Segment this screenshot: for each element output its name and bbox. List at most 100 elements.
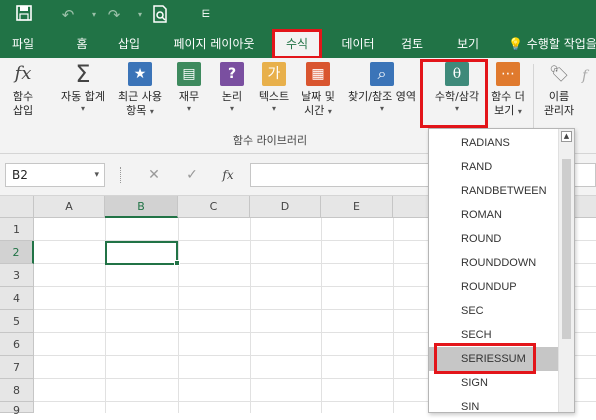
tab-formulas[interactable]: 수식 — [274, 30, 320, 58]
column-header-d[interactable]: D — [250, 196, 321, 218]
tab-view[interactable]: 보기 — [452, 30, 484, 58]
print-preview-icon[interactable] — [150, 5, 170, 25]
math-trig-button[interactable]: θ 수학/삼각 ▾ — [424, 62, 490, 114]
column-header-b[interactable]: B — [105, 196, 178, 218]
select-all-corner[interactable] — [0, 196, 34, 218]
row-header-3[interactable]: 3 — [0, 264, 34, 287]
date-time-label-2: 시간 — [304, 104, 325, 117]
row-header-9[interactable]: 9 — [0, 402, 34, 417]
more-functions-book-icon: ⋯ — [496, 62, 520, 86]
chevron-down-icon: ▾ — [327, 107, 332, 116]
enter-icon[interactable]: ✓ — [180, 163, 204, 187]
gridline — [393, 218, 394, 413]
insert-function-label: 함수 — [12, 90, 34, 103]
tab-review[interactable]: 검토 — [396, 30, 428, 58]
cancel-icon[interactable]: ✕ — [142, 163, 166, 187]
chevron-down-icon: ▾ — [271, 104, 276, 113]
column-header-c[interactable]: C — [178, 196, 250, 218]
financial-label: 재무 — [178, 90, 200, 103]
name-box[interactable]: B2 ▾ — [5, 163, 105, 187]
redo-icon[interactable]: ↷ — [104, 5, 124, 25]
question-book-icon: ? — [220, 62, 244, 86]
chevron-down-icon: ▾ — [186, 104, 191, 113]
function-item-roman[interactable]: ROMAN — [429, 203, 560, 227]
autosum-button[interactable]: Σ 자동 합계 ▾ — [52, 62, 114, 114]
chevron-down-icon: ▾ — [379, 104, 384, 113]
save-icon[interactable] — [14, 5, 34, 25]
dropdown-scrollbar[interactable]: ▲ — [558, 129, 574, 412]
function-item-sin[interactable]: SIN — [429, 395, 560, 412]
fill-handle[interactable] — [174, 260, 180, 266]
gridline — [321, 218, 322, 413]
function-item-randbetween[interactable]: RANDBETWEEN — [429, 179, 560, 203]
active-cell-b2[interactable] — [105, 241, 178, 265]
coins-book-icon: ▤ — [177, 62, 201, 86]
chevron-down-icon: ▾ — [454, 104, 459, 113]
function-item-rand[interactable]: RAND — [429, 155, 560, 179]
function-item-radians[interactable]: RADIANS — [429, 131, 560, 155]
function-item-sech[interactable]: SECH — [429, 323, 560, 347]
function-item-rounddown[interactable]: ROUNDDOWN — [429, 251, 560, 275]
star-book-icon: ★ — [128, 62, 152, 86]
undo-icon[interactable]: ↶ — [58, 5, 78, 25]
tab-page-layout[interactable]: 페이지 레이아웃 — [166, 30, 262, 58]
chevron-down-icon: ▾ — [80, 104, 85, 113]
row-header-4[interactable]: 4 — [0, 287, 34, 310]
tab-data[interactable]: 데이터 — [336, 30, 380, 58]
row-header-5[interactable]: 5 — [0, 310, 34, 333]
autosum-label: 자동 합계 — [61, 90, 105, 103]
math-trig-label: 수학/삼각 — [434, 90, 480, 103]
insert-function-icon[interactable]: fx — [216, 163, 240, 187]
text-label: 텍스트 — [258, 90, 290, 103]
chevron-down-icon: ▾ — [517, 107, 522, 116]
logical-button[interactable]: ? 논리 ▾ — [214, 62, 250, 114]
tag-icon: 🏷 — [548, 64, 570, 83]
recently-used-button[interactable]: ★ 최근 사용 항목 ▾ — [114, 62, 166, 118]
chevron-down-icon[interactable]: ▾ — [94, 164, 99, 186]
date-time-button[interactable]: ▦ 날짜 및 시간 ▾ — [296, 62, 340, 118]
tell-me-box[interactable]: 💡 수행할 작업을 — [508, 30, 596, 58]
scroll-thumb[interactable] — [562, 159, 571, 339]
math-trig-dropdown: RADIANS RAND RANDBETWEEN ROMAN ROUND ROU… — [428, 128, 575, 413]
tab-home[interactable]: 홈 — [70, 30, 94, 58]
name-box-value: B2 — [12, 168, 28, 182]
undo-dropdown-icon[interactable]: ▾ — [84, 5, 104, 25]
define-name-icon[interactable]: 𝑓 — [582, 68, 587, 84]
scroll-up-icon[interactable]: ▲ — [561, 131, 572, 142]
column-header-a[interactable]: A — [34, 196, 105, 218]
logical-label: 논리 — [221, 90, 243, 103]
title-bar: ↶ ▾ ↷ ▾ ⋿ — [0, 0, 596, 30]
chevron-down-icon: ▾ — [229, 104, 234, 113]
insert-function-button[interactable]: fx 함수 삽입 — [4, 62, 42, 118]
function-item-roundup[interactable]: ROUNDUP — [429, 275, 560, 299]
lookup-reference-label: 찾기/참조 영역 — [348, 90, 416, 103]
financial-button[interactable]: ▤ 재무 ▾ — [172, 62, 206, 114]
row-header-7[interactable]: 7 — [0, 356, 34, 379]
row-header-2[interactable]: 2 — [0, 241, 34, 264]
function-item-sec[interactable]: SEC — [429, 299, 560, 323]
recently-used-label-2: 항목 — [126, 104, 147, 117]
more-functions-button[interactable]: ⋯ 함수 더 보기 ▾ — [488, 62, 528, 118]
row-header-1[interactable]: 1 — [0, 218, 34, 241]
column-header-e[interactable]: E — [321, 196, 393, 218]
gridline — [178, 218, 179, 413]
date-time-label: 날짜 및 — [301, 90, 335, 103]
redo-dropdown-icon[interactable]: ▾ — [130, 5, 150, 25]
magnifier-book-icon: ⌕ — [370, 62, 394, 86]
tab-file[interactable]: 파일 — [8, 30, 38, 58]
row-header-6[interactable]: 6 — [0, 333, 34, 356]
tab-insert[interactable]: 삽입 — [112, 30, 146, 58]
name-manager-button[interactable]: 🏷 이름 관리자 — [538, 62, 580, 118]
menu-bar: 파일 홈 삽입 페이지 레이아웃 수식 데이터 검토 보기 💡 수행할 작업을 — [0, 30, 596, 58]
function-item-seriessum[interactable]: SERIESSUM — [429, 347, 560, 371]
row-header-8[interactable]: 8 — [0, 379, 34, 402]
insert-function-label-2: 삽입 — [12, 104, 34, 117]
name-manager-label-2: 관리자 — [543, 104, 575, 117]
more-functions-label: 함수 더 — [491, 90, 525, 103]
more-functions-label-2: 보기 — [494, 104, 515, 117]
lookup-reference-button[interactable]: ⌕ 찾기/참조 영역 ▾ — [340, 62, 424, 114]
function-item-sign[interactable]: SIGN — [429, 371, 560, 395]
function-item-round[interactable]: ROUND — [429, 227, 560, 251]
text-button[interactable]: 가 텍스트 ▾ — [254, 62, 294, 114]
qat-more-icon[interactable]: ⋿ — [196, 5, 216, 25]
